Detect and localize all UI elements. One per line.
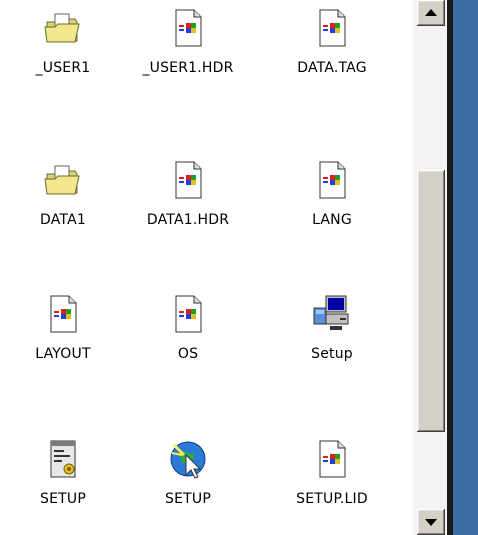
document-icon [312,160,352,200]
file-label: _USER1.HDR [142,60,234,76]
document-icon [168,8,208,48]
document-icon [312,439,352,479]
document-icon [168,294,208,334]
file-label: SETUP [40,491,86,507]
file-label: DATA.TAG [297,60,367,76]
file-label: DATA1.HDR [146,212,230,228]
file-label: SETUP.LID [296,491,368,507]
file-label: LANG [312,212,352,228]
settings-file-icon [43,439,83,479]
scroll-thumb[interactable] [417,170,445,432]
scroll-down-button[interactable] [417,509,445,535]
desktop-background [453,0,478,535]
arrow-up-icon [425,9,437,16]
scroll-up-button[interactable] [417,0,445,26]
setup-computer-icon [312,294,352,334]
folder-icon [43,160,83,200]
setup-globe-icon [168,439,208,479]
file-label: Setup [311,346,353,362]
file-label: OS [177,346,199,362]
document-icon [168,160,208,200]
folder-icon [43,8,83,48]
file-label: SETUP [165,491,211,507]
file-list-view: _USER1 _USER1.HDR DATA.TAG DATA1 DATA1.H… [0,0,412,535]
document-icon [312,8,352,48]
file-label: LAYOUT [35,346,91,362]
file-label: _USER1 [35,60,91,76]
vertical-scrollbar[interactable] [413,0,447,535]
file-label: DATA1 [40,212,86,228]
arrow-down-icon [425,519,437,526]
document-icon [43,294,83,334]
